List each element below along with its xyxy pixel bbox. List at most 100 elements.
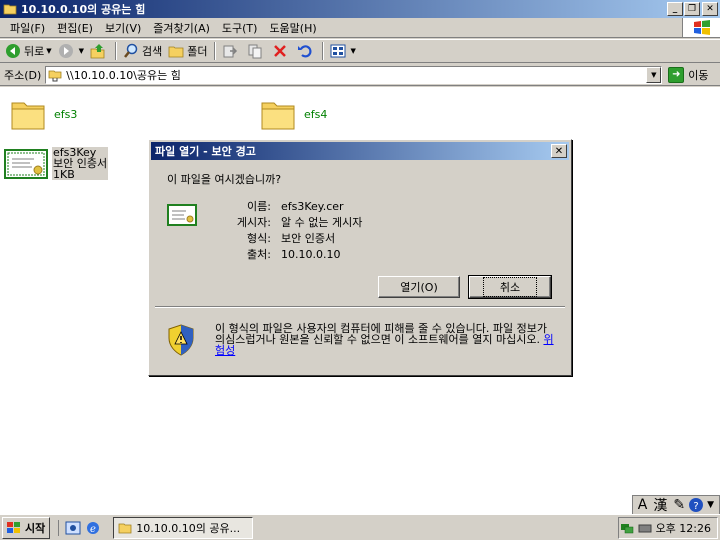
quick-launch: e bbox=[58, 519, 101, 536]
folder-icon bbox=[3, 4, 17, 15]
menu-tools[interactable]: 도구(T) bbox=[216, 20, 264, 36]
toolbar-separator bbox=[115, 42, 118, 60]
network-folder-icon bbox=[48, 70, 62, 81]
prop-row: 형식: 보안 인증서 bbox=[247, 232, 336, 245]
menu-help[interactable]: 도움말(H) bbox=[263, 20, 322, 36]
menu-file[interactable]: 파일(F) bbox=[4, 20, 51, 36]
taskbar: 시작 e 10.10.0.10의 공유... 오후 12:26 bbox=[0, 514, 720, 540]
security-warning-dialog: 파일 열기 - 보안 경고 ✕ 이 파일을 여시겠습니까? 이름: efs3Key… bbox=[148, 139, 572, 376]
certificate-icon bbox=[4, 149, 48, 179]
dialog-close-button[interactable]: ✕ bbox=[551, 144, 567, 158]
minimize-button[interactable]: _ bbox=[667, 2, 683, 16]
cancel-label: 취소 bbox=[482, 277, 538, 297]
list-item[interactable]: efs3Key 보안 인증서 1KB bbox=[4, 147, 109, 181]
clock[interactable]: 오후 12:26 bbox=[656, 520, 711, 536]
open-button[interactable]: 열기(O) bbox=[378, 276, 460, 298]
forward-button[interactable]: ▼ bbox=[55, 40, 87, 62]
ime-dropdown-icon[interactable]: ▼ bbox=[707, 500, 714, 510]
prop-row: 이름: efs3Key.cer bbox=[247, 199, 344, 214]
toolbar: 뒤로 ▼ ▼ 검색 폴더 ▼ bbox=[0, 39, 720, 63]
up-folder-button[interactable] bbox=[87, 40, 112, 62]
address-value: \\10.10.0.10\공유는 힘 bbox=[66, 68, 181, 82]
system-tray: 오후 12:26 bbox=[618, 517, 718, 539]
cancel-button[interactable]: 취소 bbox=[468, 275, 552, 299]
menu-favorites[interactable]: 즐겨찾기(A) bbox=[147, 20, 216, 36]
explorer-icon[interactable] bbox=[65, 520, 81, 536]
views-button[interactable]: ▼ bbox=[327, 40, 359, 62]
folder-name: efs4 bbox=[304, 107, 328, 121]
ime-tool-icon[interactable]: ✎ bbox=[673, 497, 685, 513]
go-button[interactable]: ➜ 이동 bbox=[668, 66, 709, 83]
search-label: 검색 bbox=[142, 45, 163, 58]
back-button[interactable]: 뒤로 ▼ bbox=[2, 40, 55, 62]
file-size: 1KB bbox=[53, 168, 75, 181]
back-label: 뒤로 bbox=[24, 45, 45, 58]
svg-text:e: e bbox=[90, 524, 96, 535]
warning-message: 이 형식의 파일은 사용자의 컴퓨터에 피해를 줄 수 있습니다. 파일 정보가… bbox=[215, 322, 547, 346]
ime-hanja[interactable]: 漢 bbox=[653, 495, 667, 515]
ime-bar: A 漢 ✎ ? ▼ bbox=[631, 495, 720, 515]
menu-edit[interactable]: 편집(E) bbox=[51, 20, 99, 36]
dialog-divider bbox=[155, 306, 565, 308]
title-bar[interactable]: 10.10.0.10의 공유는 힘 _ ❐ ✕ bbox=[0, 0, 720, 18]
certificate-icon bbox=[167, 204, 197, 226]
svg-text:?: ? bbox=[693, 501, 698, 512]
back-arrow-icon bbox=[6, 44, 20, 58]
search-button[interactable]: 검색 bbox=[120, 40, 165, 62]
chevron-down-icon[interactable]: ▼ bbox=[79, 47, 84, 55]
window-title: 10.10.0.10의 공유는 힘 bbox=[21, 3, 146, 16]
file-properties: 이름: efs3Key.cer 게시자: 알 수 없는 게시자 형식: 보안 인증서 … bbox=[219, 198, 362, 262]
keyboard-icon[interactable] bbox=[638, 521, 652, 535]
dialog-title: 파일 열기 - 보안 경고 bbox=[155, 145, 256, 158]
start-label: 시작 bbox=[25, 521, 46, 535]
internet-explorer-icon[interactable]: e bbox=[85, 520, 101, 536]
list-item[interactable]: efs3 bbox=[10, 97, 77, 131]
delete-button[interactable] bbox=[269, 40, 294, 62]
folder-name: efs3 bbox=[54, 107, 78, 121]
chevron-down-icon[interactable]: ▼ bbox=[46, 47, 51, 55]
help-icon[interactable]: ? bbox=[688, 497, 704, 513]
dialog-title-bar[interactable]: 파일 열기 - 보안 경고 ✕ bbox=[151, 142, 569, 160]
close-button[interactable]: ✕ bbox=[702, 2, 718, 16]
folder-icon bbox=[11, 102, 45, 130]
address-bar: 주소(D) \\10.10.0.10\공유는 힘 ▼ ➜ 이동 bbox=[0, 64, 720, 86]
taskbar-window-label: 10.10.0.10의 공유... bbox=[136, 521, 241, 535]
undo-button[interactable] bbox=[294, 40, 319, 62]
folders-button[interactable]: 폴더 bbox=[165, 40, 210, 62]
prop-row: 출처: 10.10.0.10 bbox=[247, 247, 341, 262]
certificate-label: efs3Key 보안 인증서 1KB bbox=[52, 147, 109, 181]
folder-icon bbox=[261, 102, 295, 130]
warning-text: 이 형식의 파일은 사용자의 컴퓨터에 피해를 줄 수 있습니다. 파일 정보가… bbox=[215, 323, 555, 356]
network-icon[interactable] bbox=[620, 521, 634, 535]
list-item[interactable]: efs4 bbox=[260, 97, 327, 131]
folders-label: 폴더 bbox=[187, 45, 208, 58]
toolbar-separator bbox=[321, 42, 324, 60]
address-label: 주소(D) bbox=[4, 68, 42, 82]
copy-to-button[interactable] bbox=[244, 40, 269, 62]
toolbar-separator bbox=[213, 42, 216, 60]
taskbar-window-button[interactable]: 10.10.0.10의 공유... bbox=[113, 516, 254, 539]
views-grid-icon bbox=[330, 44, 346, 58]
folders-icon bbox=[168, 46, 184, 58]
menu-bar: 파일(F) 편집(E) 보기(V) 즐겨찾기(A) 도구(T) 도움말(H) bbox=[0, 18, 720, 38]
forward-arrow-icon bbox=[58, 44, 73, 58]
menu-view[interactable]: 보기(V) bbox=[99, 20, 147, 36]
address-input[interactable]: \\10.10.0.10\공유는 힘 ▼ bbox=[45, 65, 663, 84]
move-to-button[interactable] bbox=[219, 40, 244, 62]
folder-icon bbox=[118, 523, 132, 533]
dialog-question: 이 파일을 여시겠습니까? bbox=[167, 173, 282, 186]
chevron-down-icon[interactable]: ▼ bbox=[646, 66, 662, 83]
chevron-down-icon[interactable]: ▼ bbox=[351, 47, 356, 55]
shield-warning-icon bbox=[168, 324, 194, 356]
windows-logo-icon bbox=[682, 18, 720, 37]
go-label: 이동 bbox=[688, 68, 709, 82]
windows-flag-icon bbox=[7, 521, 20, 533]
ime-a[interactable]: A bbox=[638, 497, 648, 513]
start-button[interactable]: 시작 bbox=[2, 516, 51, 539]
undo-icon bbox=[297, 45, 311, 58]
search-icon bbox=[124, 43, 138, 58]
up-folder-icon bbox=[90, 44, 105, 59]
go-arrow-icon: ➜ bbox=[668, 66, 685, 83]
restore-button[interactable]: ❐ bbox=[684, 2, 700, 16]
copy-to-icon bbox=[248, 44, 262, 59]
